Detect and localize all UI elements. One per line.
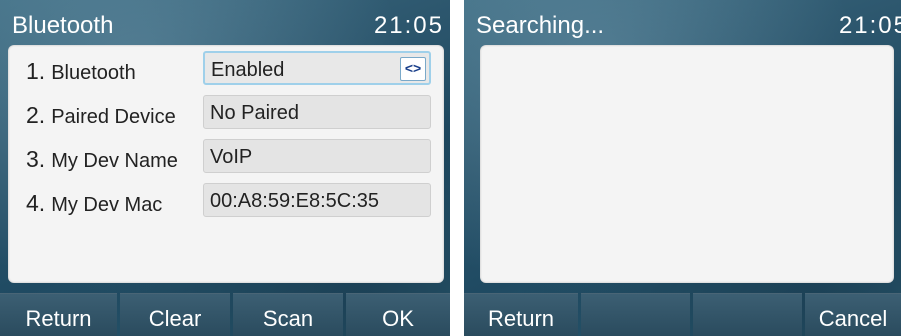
setting-row-my-dev-mac[interactable]: 4. My Dev Mac 00:A8:59:E8:5C:35 (8, 182, 444, 220)
clear-softkey[interactable]: Clear (120, 293, 230, 336)
screen-title: Bluetooth (12, 12, 114, 39)
bluetooth-select[interactable]: Enabled <> (203, 51, 431, 85)
empty-softkey[interactable] (693, 293, 802, 336)
setting-label: 2. Paired Device (26, 102, 176, 129)
setting-label: 3. My Dev Name (26, 146, 178, 173)
setting-label: 1. Bluetooth (26, 58, 136, 85)
field-value: Enabled (211, 59, 285, 81)
softkey-bar: Return Cancel (464, 293, 901, 336)
clock: 21:05 (838, 12, 901, 39)
label-text: Paired Device (51, 106, 176, 128)
bluetooth-settings-screen: Bluetooth 21:05 1. Bluetooth Enabled <> 2… (0, 0, 450, 336)
field-value: VoIP (210, 146, 253, 168)
setting-row-paired-device[interactable]: 2. Paired Device No Paired (8, 94, 444, 132)
scan-softkey[interactable]: Scan (233, 293, 343, 336)
softkey-bar: Return Clear Scan OK (0, 293, 450, 336)
empty-softkey[interactable] (581, 293, 690, 336)
setting-label: 4. My Dev Mac (26, 190, 162, 217)
return-softkey[interactable]: Return (0, 293, 117, 336)
device-name-field[interactable]: VoIP (203, 139, 431, 173)
ok-softkey[interactable]: OK (346, 293, 450, 336)
setting-row-my-dev-name[interactable]: 3. My Dev Name VoIP (8, 138, 444, 176)
screen-title: Searching... (476, 12, 605, 39)
label-text: My Dev Mac (51, 194, 163, 216)
status-bar: Searching... 21:05 (464, 4, 901, 46)
label-text: Bluetooth (51, 62, 136, 84)
cancel-softkey[interactable]: Cancel (805, 293, 901, 336)
device-mac-field[interactable]: 00:A8:59:E8:5C:35 (203, 183, 431, 217)
row-number: 2. (26, 102, 46, 128)
row-number: 3. (26, 146, 46, 172)
search-results-panel (480, 45, 894, 283)
field-value: 00:A8:59:E8:5C:35 (210, 190, 380, 212)
bluetooth-search-screen: Searching... 21:05 Return Cancel (464, 0, 901, 336)
row-number: 4. (26, 190, 46, 216)
paired-device-field[interactable]: No Paired (203, 95, 431, 129)
label-text: My Dev Name (51, 150, 178, 172)
field-value: No Paired (210, 102, 299, 124)
return-softkey[interactable]: Return (464, 293, 578, 336)
setting-row-bluetooth[interactable]: 1. Bluetooth Enabled <> (8, 50, 444, 88)
status-bar: Bluetooth 21:05 (0, 4, 450, 46)
left-right-arrows-icon[interactable]: <> (400, 57, 426, 81)
clock: 21:05 (373, 12, 444, 39)
settings-panel: 1. Bluetooth Enabled <> 2. Paired Device N… (8, 45, 444, 283)
row-number: 1. (26, 58, 46, 84)
